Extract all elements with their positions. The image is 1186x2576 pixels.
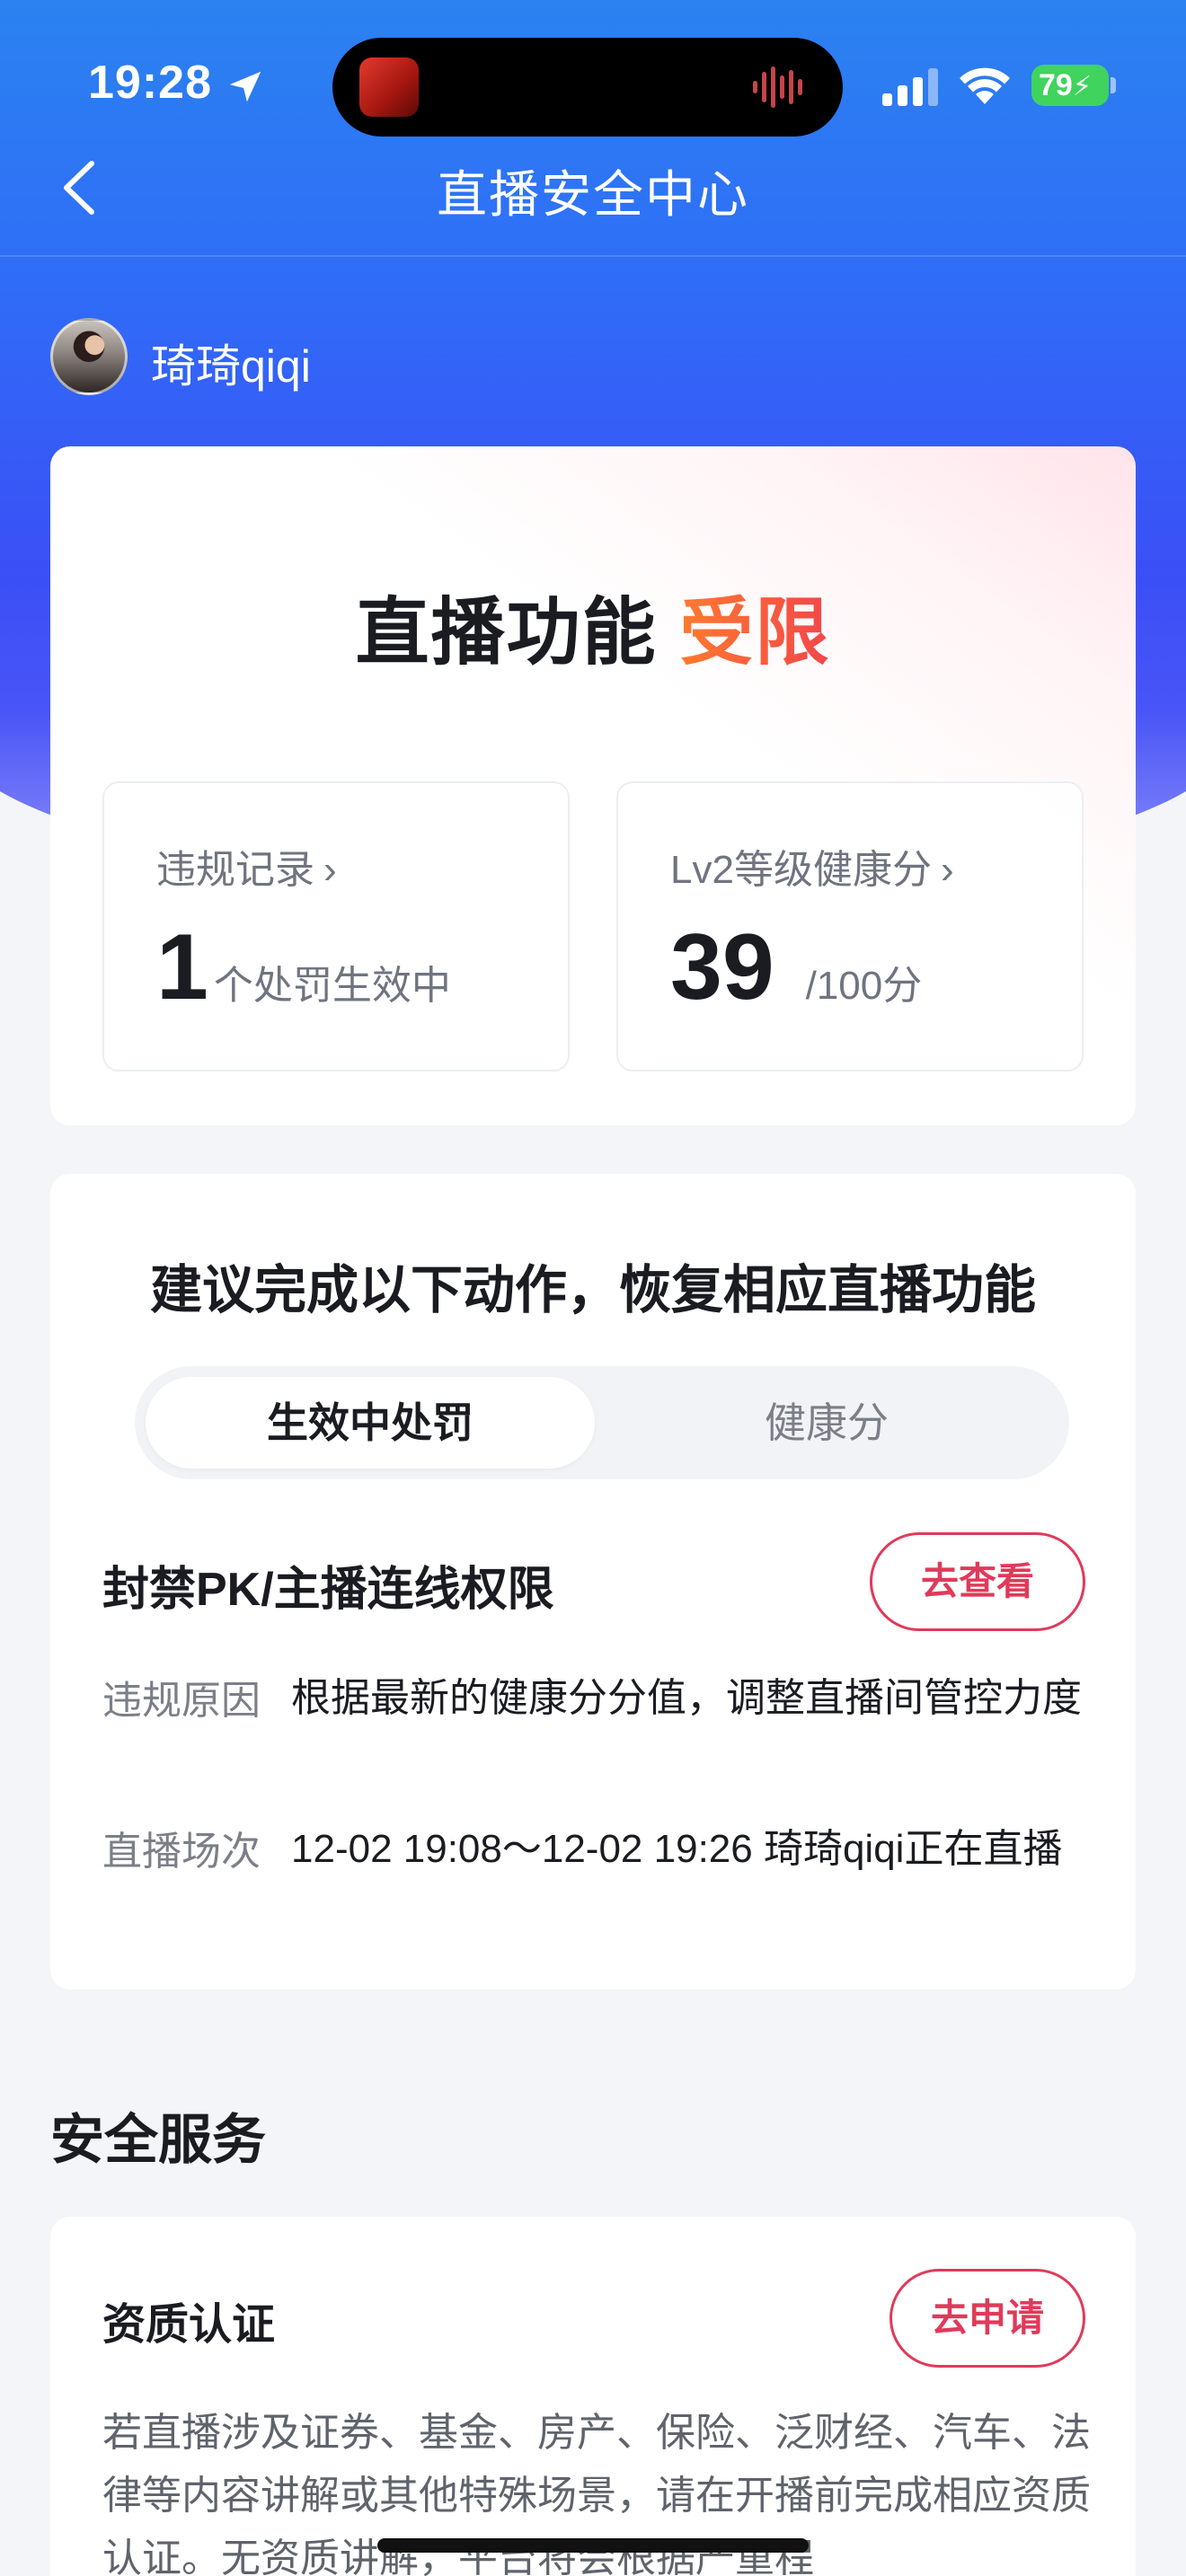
apply-button[interactable]: 去申请 bbox=[890, 2269, 1085, 2368]
penalty-item-title: 封禁PK/主播连线权限 bbox=[102, 1564, 554, 1616]
qualification-title: 资质认证 bbox=[102, 2301, 276, 2349]
recommendation-title: 建议完成以下动作，恢复相应直播功能 bbox=[149, 1261, 1036, 1319]
live-status-card: 直播功能 受限 违规记录 › 1 个处罚生效中 Lv2等级健康分 › 39 /100分 bbox=[50, 446, 1136, 1125]
battery-indicator: 79⚡ bbox=[1031, 65, 1109, 106]
live-status-title: 直播功能 受限 bbox=[50, 572, 1136, 679]
violation-count-unit: 个处罚生效中 bbox=[213, 964, 451, 1008]
violation-reason-value: 根据最新的健康分分值，调整直播间管控力度 bbox=[291, 1676, 1082, 1720]
violation-count-value: 1 bbox=[156, 915, 208, 1019]
health-score: 39 /100分 bbox=[670, 918, 922, 1036]
home-indicator[interactable] bbox=[377, 2538, 809, 2553]
segmented-control: 生效中处罚 健康分 bbox=[135, 1366, 1069, 1479]
violation-count: 1 个处罚生效中 bbox=[156, 918, 451, 1036]
chevron-right-icon: › bbox=[323, 848, 337, 892]
violation-reason-label: 违规原因 bbox=[102, 1679, 261, 1723]
now-playing-artwork-icon bbox=[359, 57, 419, 117]
status-time: 19:28 bbox=[88, 57, 212, 109]
dynamic-island bbox=[332, 38, 843, 137]
username: 琦琦qiqi bbox=[151, 341, 311, 392]
health-score-value: 39 bbox=[670, 915, 774, 1019]
tab-health-score[interactable]: 健康分 bbox=[602, 1377, 1051, 1469]
nav-divider bbox=[0, 255, 1186, 257]
page: 19:28 79⚡ 直播安全中心 琦琦qiqi 直播功能 受限 违规记录 › 1… bbox=[0, 0, 1186, 2576]
violation-records-label: 违规记录 › bbox=[156, 837, 337, 895]
page-title: 直播安全中心 bbox=[437, 166, 749, 223]
health-score-label-text: Lv2等级健康分 bbox=[670, 848, 932, 892]
battery-cap bbox=[1111, 77, 1116, 93]
recommendation-card: 建议完成以下动作，恢复相应直播功能 生效中处罚 健康分 封禁PK/主播连线权限 … bbox=[50, 1174, 1136, 1989]
live-session-label: 直播场次 bbox=[102, 1830, 261, 1874]
violation-records-label-text: 违规记录 bbox=[156, 848, 314, 892]
live-status-highlight: 受限 bbox=[679, 592, 831, 674]
tab-active-penalties[interactable]: 生效中处罚 bbox=[146, 1377, 595, 1469]
qualification-card: 资质认证 去申请 若直播涉及证券、基金、房产、保险、泛财经、汽车、法律等内容讲解… bbox=[50, 2217, 1136, 2576]
navigation-bar: 直播安全中心 bbox=[0, 135, 1186, 255]
view-button[interactable]: 去查看 bbox=[870, 1532, 1085, 1631]
health-score-label: Lv2等级健康分 › bbox=[670, 837, 954, 895]
health-score-box[interactable]: Lv2等级健康分 › 39 /100分 bbox=[616, 781, 1084, 1072]
violation-records-box[interactable]: 违规记录 › 1 个处罚生效中 bbox=[102, 781, 570, 1072]
live-status-prefix: 直播功能 bbox=[355, 592, 658, 674]
charging-bolt-icon: ⚡ bbox=[1072, 72, 1092, 101]
cellular-signal-icon bbox=[882, 68, 938, 106]
safety-services-heading: 安全服务 bbox=[50, 2110, 266, 2170]
avatar[interactable] bbox=[50, 318, 128, 395]
chevron-right-icon: › bbox=[940, 848, 954, 892]
location-arrow-icon bbox=[229, 71, 261, 102]
battery-level: 79 bbox=[1039, 68, 1073, 102]
audio-waveform-icon bbox=[753, 66, 802, 108]
wifi-icon bbox=[960, 67, 1010, 104]
health-score-unit: /100分 bbox=[805, 964, 923, 1008]
live-session-value: 12-02 19:08～12-02 19:26 琦琦qiqi正在直播 bbox=[291, 1827, 1063, 1871]
